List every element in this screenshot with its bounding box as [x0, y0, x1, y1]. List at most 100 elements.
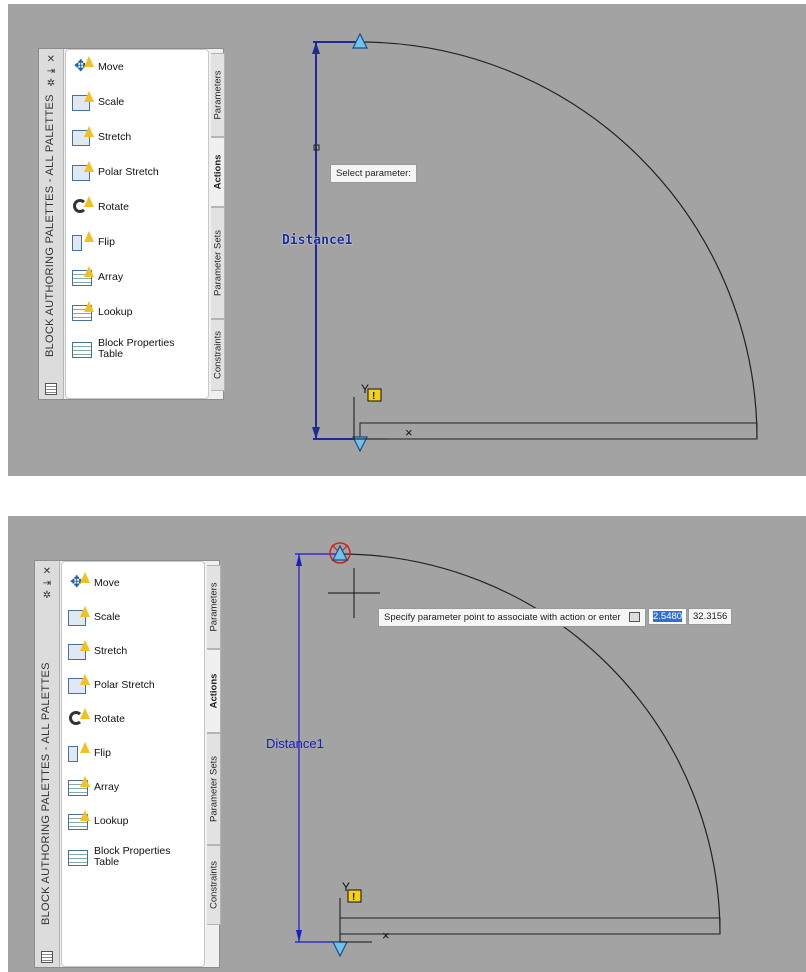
polar-stretch-icon	[66, 674, 90, 696]
action-lookup[interactable]: Lookup	[66, 808, 202, 834]
action-label: Array	[94, 780, 120, 793]
action-stretch[interactable]: Stretch	[70, 124, 206, 150]
palette-title: BLOCK AUTHORING PALETTES - ALL PALETTES	[44, 94, 56, 357]
tab-parameter-sets[interactable]: Parameter Sets	[211, 207, 225, 319]
palette-menu-icon[interactable]	[41, 951, 53, 963]
tab-actions[interactable]: Actions	[211, 137, 225, 207]
action-label: Scale	[94, 610, 121, 623]
properties-gear-icon[interactable]: ✲	[39, 79, 63, 89]
base-rectangle	[339, 917, 721, 935]
action-label: Block Properties Table	[98, 337, 175, 360]
actions-list: ✥ Move Scale Stretch Polar Stretch Rotat…	[65, 49, 209, 399]
close-icon[interactable]: ✕	[35, 567, 59, 577]
action-move[interactable]: ✥ Move	[70, 54, 206, 80]
ucs-x-mark: ×	[405, 425, 413, 440]
rotate-icon	[70, 196, 94, 218]
ucs-y-label: Y	[342, 880, 351, 894]
autohide-icon[interactable]: ⇥	[35, 579, 59, 589]
action-scale[interactable]: Scale	[70, 89, 206, 115]
rotate-icon	[66, 708, 90, 730]
base-rectangle	[359, 422, 758, 440]
drawing-area-top[interactable]: × ! ✕ ⇥ ✲ BLOCK AUTHORING PALETTES - ALL…	[8, 4, 806, 476]
action-label: Block Properties Table	[94, 845, 171, 868]
action-polar-stretch[interactable]: Polar Stretch	[70, 159, 206, 185]
action-flip[interactable]: Flip	[70, 229, 206, 255]
dimension-arrow-bottom	[296, 930, 302, 942]
flip-icon	[70, 231, 94, 253]
dimension-arrow-top	[312, 42, 320, 54]
lookup-icon	[66, 810, 90, 832]
action-label: Polar Stretch	[98, 165, 159, 178]
block-properties-table-icon	[66, 846, 90, 868]
action-array[interactable]: Array	[70, 264, 206, 290]
properties-gear-icon[interactable]: ✲	[35, 591, 59, 601]
array-icon	[70, 266, 94, 288]
dimension-arrow-top	[296, 554, 302, 566]
close-icon[interactable]: ✕	[39, 55, 63, 65]
dimension-arrow-bottom	[312, 427, 320, 439]
tab-parameter-sets[interactable]: Parameter Sets	[207, 733, 221, 845]
action-label: Lookup	[98, 305, 133, 318]
actions-list: ✥ Move Scale Stretch Polar Stretch Rotat…	[61, 561, 205, 967]
dynamic-input-prompt: Select parameter:	[330, 164, 417, 183]
tab-parameters[interactable]: Parameters	[211, 53, 225, 137]
tab-parameters[interactable]: Parameters	[207, 565, 221, 649]
block-authoring-palette: ✕ ⇥ ✲ BLOCK AUTHORING PALETTES - ALL PAL…	[34, 560, 221, 968]
action-label: Array	[98, 270, 124, 283]
action-label: Flip	[98, 235, 115, 248]
action-lookup[interactable]: Lookup	[70, 299, 206, 325]
action-label: Move	[94, 576, 120, 589]
action-flip[interactable]: Flip	[66, 740, 202, 766]
tab-actions[interactable]: Actions	[207, 649, 221, 733]
distance-parameter-label[interactable]: Distance1	[282, 233, 352, 248]
array-icon	[66, 776, 90, 798]
action-label: Lookup	[94, 814, 129, 827]
palette-menu-icon[interactable]	[45, 383, 57, 395]
grip-bottom-icon[interactable]	[332, 941, 348, 958]
coord-x-input[interactable]: 2.5480	[648, 608, 688, 625]
dynamic-input-prompt: Specify parameter point to associate wit…	[378, 608, 647, 627]
drawing-area-bottom[interactable]: × ! ✕ ⇥ ✲ BLOCK AUTHORING PALETTES - ALL…	[8, 516, 806, 972]
coord-y-input[interactable]: 32.3156	[688, 608, 733, 625]
move-icon: ✥	[70, 56, 94, 78]
action-label: Polar Stretch	[94, 678, 155, 691]
action-rotate[interactable]: Rotate	[70, 194, 206, 220]
dropdown-arrow-icon[interactable]	[629, 612, 641, 623]
move-icon: ✥	[66, 572, 90, 594]
palette-title: BLOCK AUTHORING PALETTES - ALL PALETTES	[40, 662, 52, 925]
action-polar-stretch[interactable]: Polar Stretch	[66, 672, 202, 698]
palette-title-strip: ✕ ⇥ ✲ BLOCK AUTHORING PALETTES - ALL PAL…	[35, 561, 60, 967]
action-stretch[interactable]: Stretch	[66, 638, 202, 664]
action-label: Flip	[94, 746, 111, 759]
warning-badge-mark: !	[352, 892, 355, 903]
scale-icon	[70, 91, 94, 113]
autohide-icon[interactable]: ⇥	[39, 67, 63, 77]
distance-parameter-label[interactable]: Distance1	[266, 736, 324, 751]
tab-constraints[interactable]: Constraints	[207, 845, 221, 925]
arc-edge	[359, 41, 758, 440]
action-block-properties-table[interactable]: Block Properties Table	[66, 842, 202, 872]
flip-icon	[66, 742, 90, 764]
action-label: Stretch	[98, 130, 132, 143]
action-label: Rotate	[98, 200, 129, 213]
prompt-text: Specify parameter point to associate wit…	[384, 612, 621, 623]
polar-stretch-icon	[70, 161, 94, 183]
palette-tabs: Parameters Actions Parameter Sets Constr…	[211, 49, 225, 399]
warning-badge-mark: !	[372, 391, 375, 402]
action-block-properties-table[interactable]: Block Properties Table	[70, 334, 206, 364]
action-label: Rotate	[94, 712, 125, 725]
action-scale[interactable]: Scale	[66, 604, 202, 630]
palette-tabs: Parameters Actions Parameter Sets Constr…	[207, 561, 221, 967]
action-rotate[interactable]: Rotate	[66, 706, 202, 732]
ucs-x-mark: ×	[382, 928, 390, 943]
tab-constraints[interactable]: Constraints	[211, 319, 225, 391]
palette-title-strip: ✕ ⇥ ✲ BLOCK AUTHORING PALETTES - ALL PAL…	[39, 49, 64, 399]
action-array[interactable]: Array	[66, 774, 202, 800]
scale-icon	[66, 606, 90, 628]
lookup-icon	[70, 301, 94, 323]
action-move[interactable]: ✥ Move	[66, 570, 202, 596]
block-authoring-palette: ✕ ⇥ ✲ BLOCK AUTHORING PALETTES - ALL PAL…	[38, 48, 225, 400]
stretch-icon	[70, 126, 94, 148]
block-properties-table-icon	[70, 338, 94, 360]
action-label: Move	[98, 60, 124, 73]
